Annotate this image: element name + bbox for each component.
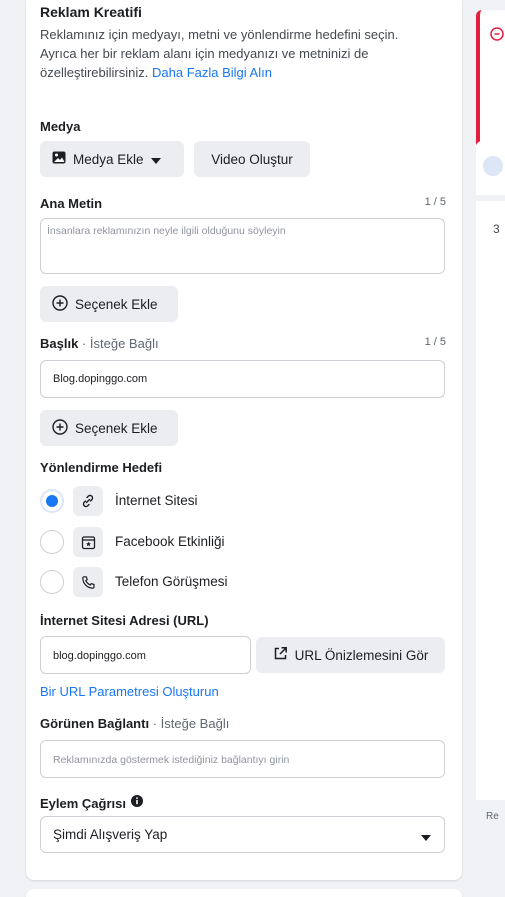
info-icon[interactable] — [131, 794, 143, 812]
option-phone-call-label: Telefon Görüşmesi — [115, 574, 228, 589]
calendar-icon — [73, 527, 103, 557]
plus-circle-icon — [52, 294, 68, 314]
description-line-1: Reklamınız için medyayı, metni ve yönlen… — [40, 27, 399, 42]
phone-icon — [73, 567, 103, 597]
external-link-icon — [273, 646, 288, 664]
display-link-optional: İsteğe Bağlı — [160, 716, 230, 731]
cta-title: Eylem Çağrısı — [40, 795, 126, 811]
primary-text-title: Ana Metin — [40, 196, 103, 211]
caret-down-icon — [421, 832, 431, 844]
description-line-2: Ayrıca her bir reklam alanı için medyanı… — [40, 46, 369, 61]
caret-down-icon — [150, 152, 161, 167]
radio-website[interactable] — [40, 489, 64, 513]
learn-more-link[interactable]: Daha Fazla Bilgi Alın — [152, 65, 272, 80]
cta-selected-value: Şimdi Alışveriş Yap — [53, 827, 168, 842]
image-icon — [52, 151, 66, 167]
next-section-panel — [26, 889, 462, 897]
create-video-button[interactable]: Video Oluştur — [194, 141, 310, 177]
preview-footer-text: Re — [486, 811, 499, 822]
display-link-title: Görünen Bağlantı — [40, 716, 150, 731]
headline-optional: İsteğe Bağlı — [89, 336, 159, 351]
preview-card: 3 — [476, 201, 505, 800]
add-option-button-primary[interactable]: Seçenek Ekle — [40, 286, 178, 322]
primary-text-placeholder: İnsanlara reklamınızın neyle ilgili oldu… — [47, 225, 286, 237]
description-line-3: özelleştirebilirsiniz. Daha Fazla Bilgi … — [40, 63, 446, 82]
add-option-label: Seçenek Ekle — [75, 420, 158, 436]
ad-creative-panel: Reklam Kreatifi Reklamınız için medyayı,… — [26, 0, 462, 880]
add-media-button[interactable]: Medya Ekle — [40, 141, 184, 177]
display-link-title-row: Görünen Bağlantı · İsteğe Bağlı — [40, 716, 229, 731]
option-facebook-event-label: Facebook Etkinliği — [115, 534, 225, 549]
cta-title-row: Eylem Çağrısı — [40, 794, 143, 812]
ad-creative-title: Reklam Kreatifi — [40, 4, 142, 20]
display-link-placeholder: Reklamınızda göstermek istediğiniz bağla… — [53, 754, 290, 766]
website-url-value: blog.dopinggo.com — [53, 650, 146, 662]
add-option-label: Seçenek Ekle — [75, 296, 158, 312]
headline-title-row: Başlık · İsteğe Bağlı — [40, 336, 159, 351]
radio-phone-call[interactable] — [40, 570, 64, 594]
add-media-label: Medya Ekle — [73, 151, 144, 167]
radio-facebook-event[interactable] — [40, 530, 64, 554]
preview-digit: 3 — [493, 222, 500, 236]
media-section-title: Medya — [40, 119, 81, 134]
headline-title: Başlık — [40, 336, 79, 351]
ad-creative-description: Reklamınız için medyayı, metni ve yönlen… — [40, 25, 446, 82]
preview-toggle-card — [476, 141, 505, 195]
add-option-button-headline[interactable]: Seçenek Ekle — [40, 410, 178, 446]
website-url-input[interactable]: blog.dopinggo.com — [40, 636, 251, 674]
plus-circle-icon — [52, 418, 68, 438]
create-video-label: Video Oluştur — [211, 151, 293, 167]
headline-input[interactable]: Blog.dopinggo.com — [40, 360, 445, 398]
headline-counter: 1 / 5 — [424, 336, 446, 348]
primary-text-counter: 1 / 5 — [424, 196, 446, 208]
link-icon — [73, 486, 103, 516]
url-parameter-link[interactable]: Bir URL Parametresi Oluşturun — [40, 684, 219, 699]
website-url-title: İnternet Sitesi Adresi (URL) — [40, 613, 209, 628]
preview-toggle[interactable] — [483, 156, 503, 176]
cta-dropdown[interactable]: Şimdi Alışveriş Yap — [40, 816, 445, 853]
primary-text-input[interactable]: İnsanlara reklamınızın neyle ilgili oldu… — [40, 218, 445, 274]
error-icon — [490, 27, 504, 46]
headline-separator: · — [81, 336, 87, 351]
headline-value: Blog.dopinggo.com — [53, 373, 148, 385]
url-preview-button[interactable]: URL Önizlemesini Gör — [256, 637, 445, 673]
error-alert-card — [476, 10, 505, 149]
url-preview-label: URL Önizlemesini Gör — [294, 647, 429, 663]
description-line-3-text: özelleştirebilirsiniz. — [40, 65, 149, 80]
option-website-label: İnternet Sitesi — [115, 493, 198, 508]
display-link-separator: · — [152, 716, 158, 731]
destination-title: Yönlendirme Hedefi — [40, 460, 163, 475]
display-link-input[interactable]: Reklamınızda göstermek istediğiniz bağla… — [40, 740, 445, 778]
